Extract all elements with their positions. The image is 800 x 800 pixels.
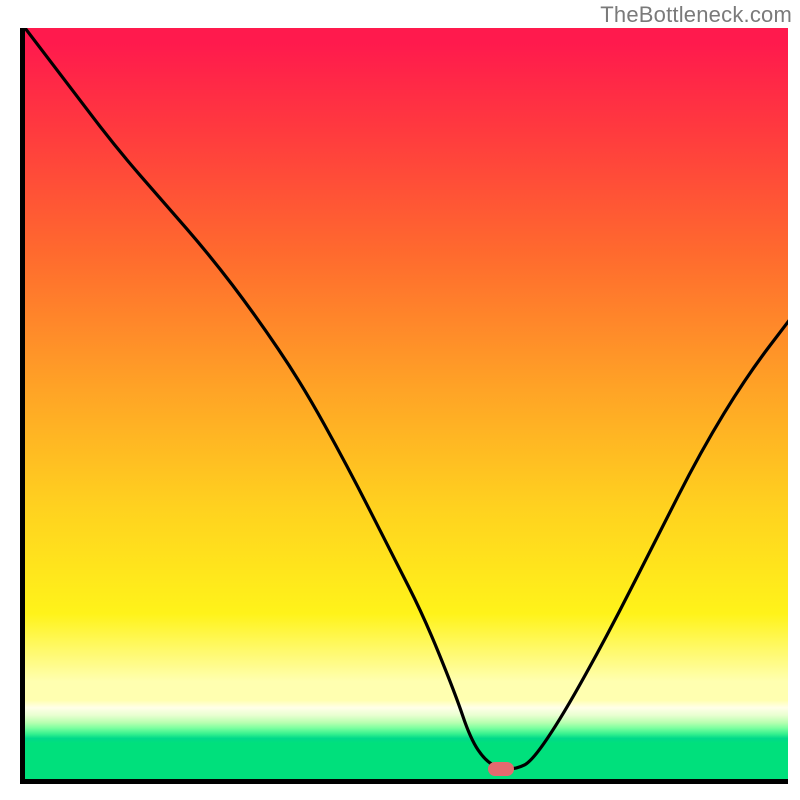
plot-area [20, 28, 788, 784]
optimal-marker [488, 762, 514, 776]
chart-container: TheBottleneck.com [0, 0, 800, 800]
bottleneck-curve [25, 28, 788, 784]
curve-path [25, 28, 788, 769]
watermark-text: TheBottleneck.com [600, 2, 792, 28]
